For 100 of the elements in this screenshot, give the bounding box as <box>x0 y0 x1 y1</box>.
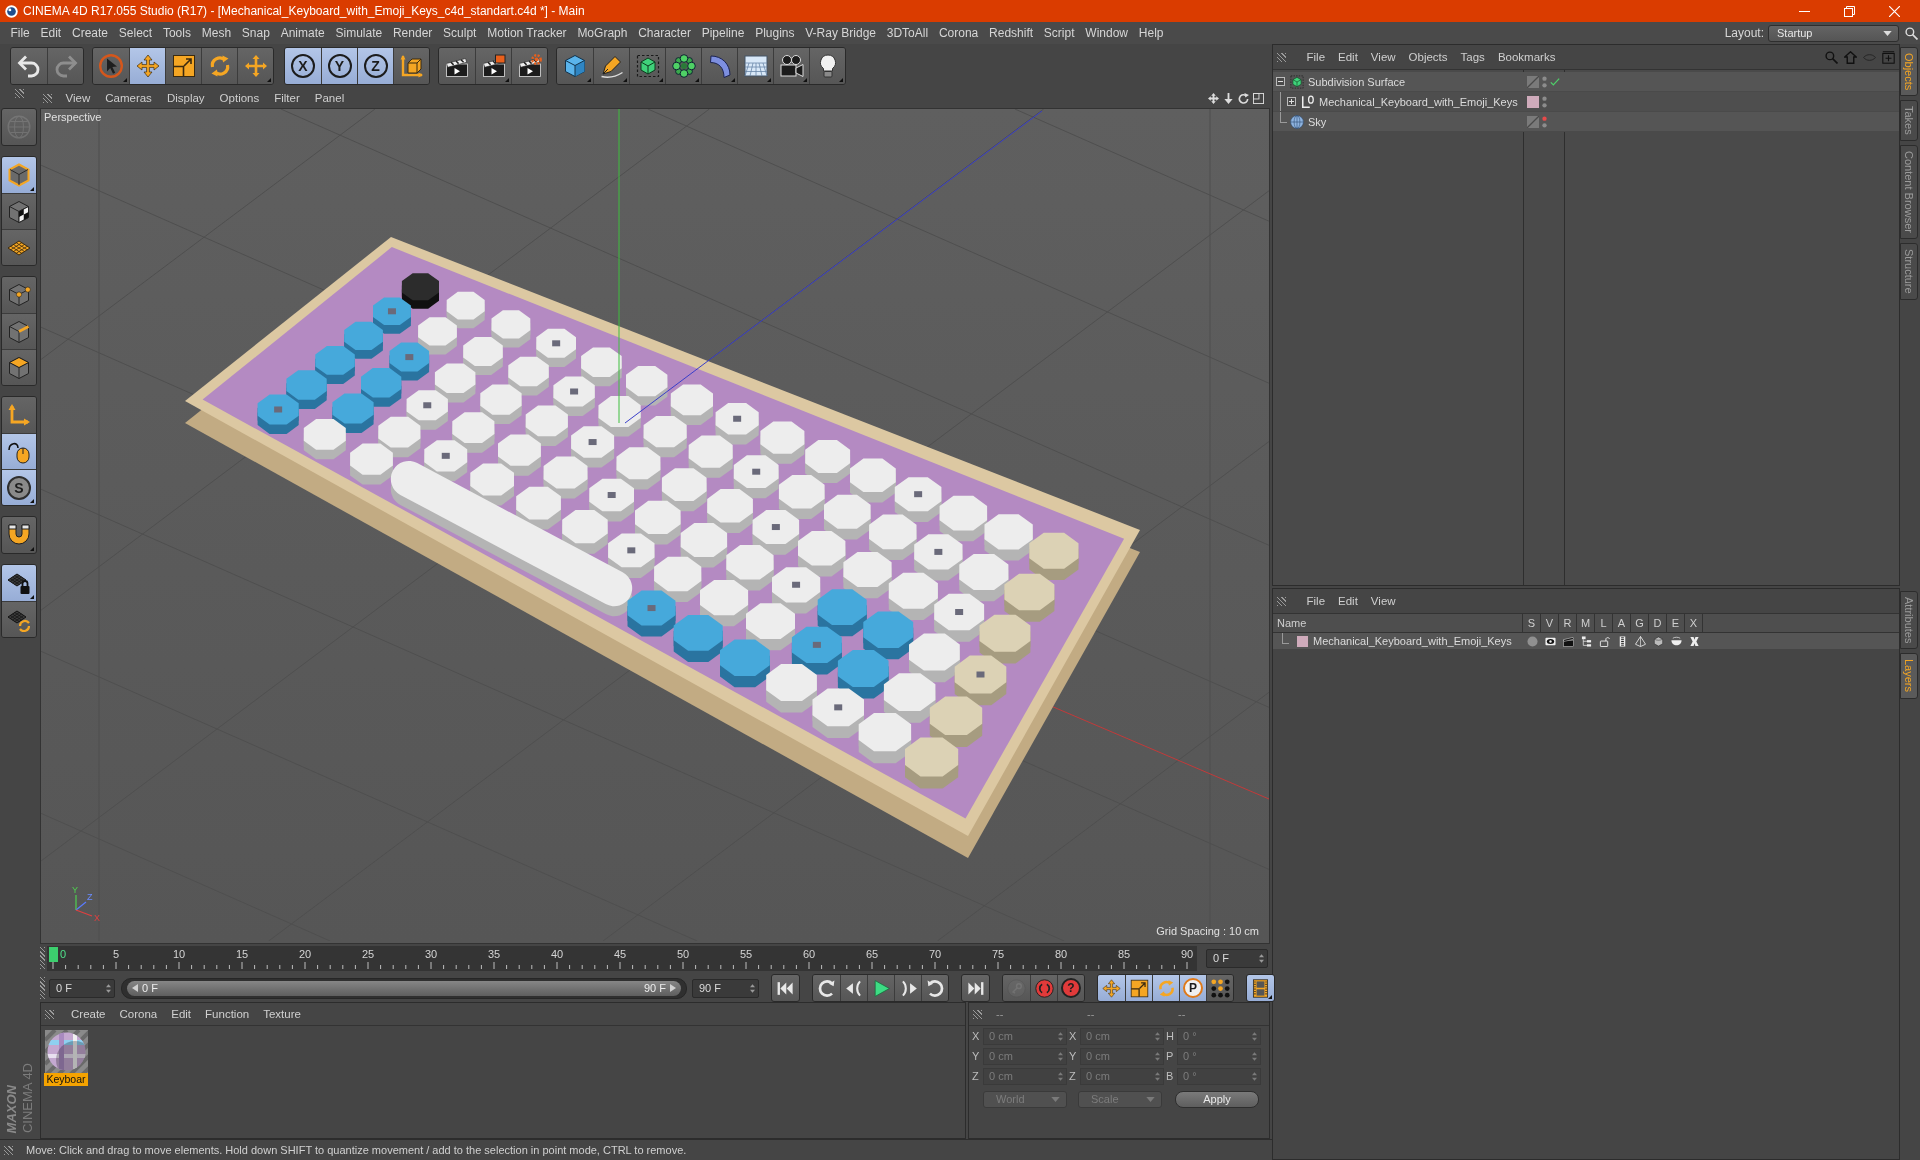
visibility-dots-icon[interactable] <box>1542 115 1547 128</box>
go-start-button[interactable] <box>771 974 800 1002</box>
maximize-icon[interactable] <box>1253 92 1264 104</box>
hierarchy-icon[interactable] <box>1580 635 1592 647</box>
menu-item[interactable]: Corona <box>933 26 984 40</box>
bowl-icon[interactable] <box>1670 635 1682 647</box>
spinner-arrows-icon[interactable] <box>750 983 755 993</box>
menu-item[interactable]: V-Ray Bridge <box>799 26 882 40</box>
menu-item[interactable]: Edit <box>164 1008 199 1020</box>
frame-range-track[interactable]: 0 F 90 F <box>121 977 687 999</box>
menu-item[interactable]: Snap <box>236 26 276 40</box>
object-name[interactable]: Mechanical_Keyboard_with_Emoji_Keys <box>1319 95 1518 108</box>
snap-button[interactable] <box>1 516 37 554</box>
start-frame-field[interactable]: 0 F <box>49 978 115 998</box>
open-lock-icon[interactable] <box>1598 635 1610 647</box>
dot-icon[interactable] <box>1526 635 1538 647</box>
column-header[interactable]: V <box>1541 614 1559 632</box>
rotate-icon[interactable] <box>1238 92 1249 104</box>
menu-item[interactable]: Objects <box>1402 51 1455 63</box>
menu-item[interactable]: Simulate <box>330 26 388 40</box>
pyramid-icon[interactable] <box>1634 635 1646 647</box>
menu-item[interactable]: Function <box>198 1008 257 1020</box>
3d-viewport[interactable]: Perspective Grid Spacing : 10 cm Y Z X <box>40 108 1270 944</box>
floor-button[interactable] <box>737 48 773 84</box>
rotate-button[interactable] <box>201 48 237 84</box>
texture-button[interactable] <box>2 193 36 229</box>
layer-color-swatch[interactable] <box>1527 95 1539 108</box>
move-button[interactable] <box>129 48 165 84</box>
tweak-button[interactable] <box>2 433 36 469</box>
menu-item[interactable]: Display <box>159 92 213 104</box>
menu-item[interactable]: MoGraph <box>572 26 633 40</box>
axis-button[interactable] <box>2 397 36 433</box>
object-name[interactable]: Subdivision Surface <box>1308 75 1406 88</box>
live-selection-button[interactable] <box>93 48 129 84</box>
next-frame-button[interactable] <box>894 975 921 1001</box>
menu-item[interactable]: Motion Tracker <box>481 26 572 40</box>
play-button[interactable] <box>867 975 894 1001</box>
grip-icon[interactable] <box>43 93 52 103</box>
bend-button[interactable] <box>701 48 737 84</box>
minus-box-icon[interactable] <box>1276 77 1285 86</box>
menu-item[interactable]: Tools <box>157 26 197 40</box>
column-header[interactable]: S <box>1523 614 1541 632</box>
eye-icon[interactable] <box>1544 635 1556 647</box>
timeline-window-button[interactable] <box>1246 974 1275 1002</box>
minimize-icon[interactable] <box>1799 10 1810 12</box>
menu-item[interactable]: Panel <box>307 92 352 104</box>
side-tab[interactable]: Attributes <box>1900 591 1918 650</box>
autokey-button[interactable] <box>1030 975 1057 1001</box>
grip-icon[interactable] <box>4 1145 13 1155</box>
column-header[interactable]: R <box>1559 614 1577 632</box>
menu-item[interactable]: Help <box>1133 26 1169 40</box>
right-triangle-icon[interactable] <box>670 984 676 992</box>
menu-item[interactable]: View <box>58 92 98 104</box>
side-tab[interactable]: Layers <box>1900 653 1918 699</box>
solo-button[interactable]: S <box>2 469 36 505</box>
menu-item[interactable]: Window <box>1079 26 1134 40</box>
render-picture-viewer-button[interactable] <box>475 48 511 84</box>
menu-item[interactable]: Animate <box>275 26 331 40</box>
transform-button[interactable] <box>237 48 273 84</box>
scale-button[interactable] <box>165 48 201 84</box>
material-sphere-icon[interactable] <box>44 1030 88 1073</box>
material-name[interactable]: Keyboar <box>44 1073 88 1086</box>
previous-frame-button[interactable] <box>840 975 867 1001</box>
menu-item[interactable]: View <box>1364 51 1403 63</box>
menu-item[interactable]: File <box>1300 595 1332 607</box>
menu-item[interactable]: Options <box>212 92 267 104</box>
key-parameter-button[interactable]: P <box>1179 975 1206 1001</box>
side-tab[interactable]: Structure <box>1900 243 1918 300</box>
key-rotation-button[interactable] <box>1152 975 1179 1001</box>
menu-item[interactable]: Texture <box>256 1008 308 1020</box>
layer-name[interactable]: Mechanical_Keyboard_with_Emoji_Keys <box>1313 635 1512 647</box>
next-key-button[interactable] <box>921 975 948 1001</box>
column-header[interactable]: Name <box>1273 614 1523 632</box>
column-header[interactable]: L <box>1595 614 1613 632</box>
polygons-button[interactable] <box>2 349 36 385</box>
menu-item[interactable]: Filter <box>266 92 308 104</box>
clapperboard-icon[interactable] <box>1562 635 1574 647</box>
light-button[interactable] <box>809 48 845 84</box>
menu-item[interactable]: Tags <box>1454 51 1492 63</box>
menu-item[interactable]: Select <box>113 26 158 40</box>
frame-range-bar[interactable]: 0 F 90 F <box>127 980 681 996</box>
menu-item[interactable]: Render <box>387 26 438 40</box>
object-row[interactable]: Subdivision Surface <box>1273 72 1899 92</box>
visibility-dots-icon[interactable] <box>1542 95 1547 108</box>
grip-icon[interactable] <box>40 947 45 969</box>
previous-key-button[interactable] <box>813 975 840 1001</box>
cloner-button[interactable] <box>665 48 701 84</box>
side-tab[interactable]: Content Browser <box>1900 145 1918 239</box>
current-frame-field[interactable]: 0 F <box>1206 948 1268 968</box>
menu-item[interactable]: File <box>5 26 36 40</box>
subdivision-button[interactable] <box>629 48 665 84</box>
down-arrow-icon[interactable] <box>1223 92 1234 104</box>
undo-button[interactable] <box>11 48 47 84</box>
layer-color-swatch[interactable] <box>1297 635 1308 647</box>
menu-item[interactable]: Bookmarks <box>1491 51 1562 63</box>
model-button[interactable] <box>2 157 36 193</box>
column-header[interactable]: M <box>1577 614 1595 632</box>
cube-button[interactable] <box>557 48 593 84</box>
checkmark-icon[interactable] <box>1550 76 1560 87</box>
move-arrows-icon[interactable] <box>1208 92 1219 104</box>
